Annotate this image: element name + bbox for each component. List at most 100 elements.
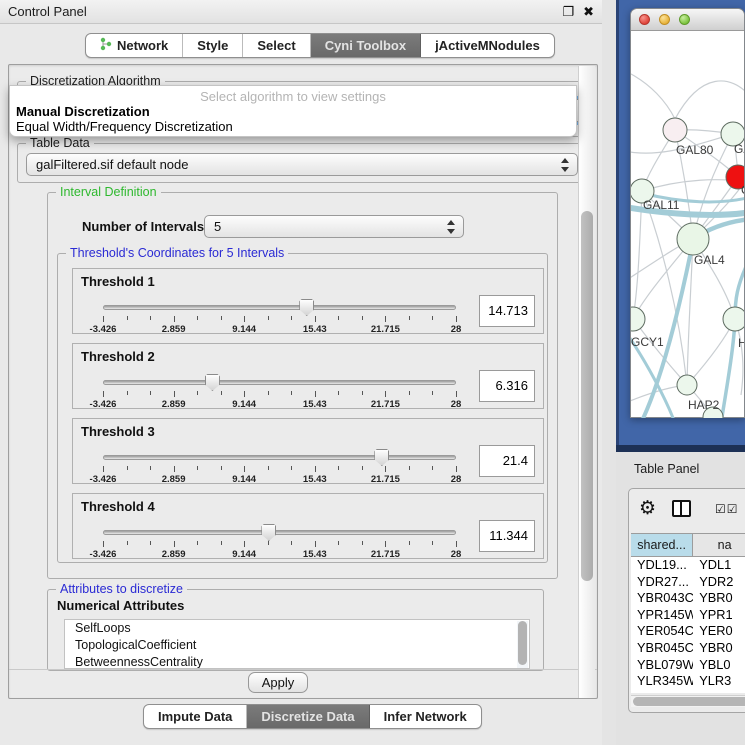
slider-tick bbox=[127, 316, 128, 320]
slider-tick bbox=[456, 541, 457, 547]
attribute-item-betweennesscentrality[interactable]: BetweennessCentrality bbox=[65, 654, 529, 669]
close-icon[interactable]: ✖ bbox=[583, 4, 594, 20]
panel-scrollbar-thumb[interactable] bbox=[581, 211, 593, 581]
slider-thumb[interactable] bbox=[205, 374, 220, 391]
node-label: C bbox=[741, 183, 744, 197]
slider-tick bbox=[103, 541, 104, 547]
threshold-slider[interactable]: -3.4262.8599.14415.4321.71528 bbox=[103, 530, 456, 536]
threshold-slider[interactable]: -3.4262.8599.14415.4321.71528 bbox=[103, 305, 456, 311]
tab-cyni-toolbox[interactable]: Cyni Toolbox bbox=[311, 34, 421, 57]
table-row[interactable]: YPR145WYPR1 bbox=[631, 607, 745, 624]
algorithm-dropdown-popup: Select algorithm to view settings Manual… bbox=[9, 85, 577, 137]
tab-select[interactable]: Select bbox=[243, 34, 310, 57]
threshold-value-field[interactable]: 21.4 bbox=[479, 445, 535, 477]
tab-discretize-data[interactable]: Discretize Data bbox=[247, 705, 369, 728]
node-label: GAL4 bbox=[694, 253, 725, 267]
slider-tick bbox=[103, 391, 104, 397]
table-row[interactable]: YIL052CYIL0 bbox=[631, 690, 745, 693]
edge[interactable] bbox=[721, 319, 735, 418]
threshold-value-field[interactable]: 6.316 bbox=[479, 370, 535, 402]
slider-thumb[interactable] bbox=[299, 299, 314, 316]
minimize-traffic-light-icon[interactable] bbox=[659, 14, 670, 25]
attribute-item-topologicalcoefficient[interactable]: TopologicalCoefficient bbox=[65, 637, 529, 654]
algorithm-option-equal-width-frequency-discretization[interactable]: Equal Width/Frequency Discretization bbox=[16, 119, 233, 134]
threshold-label: Threshold 3 bbox=[81, 424, 155, 439]
slider-tick bbox=[268, 541, 269, 545]
threshold-value-field[interactable]: 11.344 bbox=[479, 520, 535, 552]
threshold-slider[interactable]: -3.4262.8599.14415.4321.71528 bbox=[103, 455, 456, 461]
zoom-traffic-light-icon[interactable] bbox=[679, 14, 690, 25]
table-cell: YDR2 bbox=[693, 574, 745, 591]
network-window-titlebar[interactable] bbox=[631, 9, 744, 31]
float-window-icon[interactable]: ❐ bbox=[562, 4, 574, 20]
columns-icon[interactable] bbox=[672, 500, 691, 517]
table-cell: YLR345W bbox=[631, 673, 693, 690]
num-intervals-value: 5 bbox=[214, 219, 221, 234]
slider-tick bbox=[103, 316, 104, 322]
slider-tick bbox=[268, 391, 269, 395]
slider-tick bbox=[127, 541, 128, 545]
network-canvas[interactable]: GAL80GACGAL11GAL4GCY1HAHAP2 bbox=[631, 31, 744, 418]
checkboxes-icon[interactable]: ☑☑ bbox=[715, 502, 739, 516]
attribute-item-selfloops[interactable]: SelfLoops bbox=[65, 620, 529, 637]
table-row[interactable]: YDL19...YDL1 bbox=[631, 557, 745, 574]
table-toolbar: ⚙ ☑☑ bbox=[629, 489, 745, 531]
node-h-node[interactable] bbox=[723, 307, 744, 331]
node-gal4[interactable] bbox=[677, 223, 709, 255]
edge[interactable] bbox=[631, 71, 675, 119]
slider-track[interactable] bbox=[103, 455, 456, 460]
node-table[interactable]: shared...naYDL19...YDL1YDR27...YDR2YBR04… bbox=[631, 533, 745, 693]
slider-track[interactable] bbox=[103, 530, 456, 535]
node-gcy1[interactable] bbox=[631, 307, 645, 331]
slider-tick bbox=[338, 541, 339, 545]
table-row[interactable]: YDR27...YDR2 bbox=[631, 574, 745, 591]
table-row[interactable]: YLR345WYLR3 bbox=[631, 673, 745, 690]
slider-tick bbox=[432, 541, 433, 545]
table-cell: YDR27... bbox=[631, 574, 693, 591]
table-window: ⚙ ☑☑ shared...naYDL19...YDL1YDR27...YDR2… bbox=[628, 488, 745, 713]
slider-thumb[interactable] bbox=[261, 524, 276, 541]
tab-infer-network[interactable]: Infer Network bbox=[370, 705, 481, 728]
slider-track[interactable] bbox=[103, 305, 456, 310]
table-row[interactable]: YBR043CYBR0 bbox=[631, 590, 745, 607]
slider-tick bbox=[338, 316, 339, 320]
tab-label: Select bbox=[257, 38, 295, 53]
attributes-scrollbar-thumb[interactable] bbox=[518, 621, 527, 665]
attributes-scrollbar[interactable] bbox=[517, 621, 528, 669]
slider-tick bbox=[197, 541, 198, 545]
panel-scrollbar[interactable] bbox=[578, 66, 595, 698]
threshold-value-field[interactable]: 14.713 bbox=[479, 295, 535, 327]
table-hscrollbar[interactable] bbox=[631, 695, 745, 707]
edge[interactable] bbox=[675, 81, 744, 119]
slider-tick bbox=[315, 391, 316, 397]
algorithm-option-manual-discretization[interactable]: Manual Discretization bbox=[16, 104, 150, 119]
desktop-edge bbox=[616, 0, 619, 452]
slider-tick bbox=[244, 541, 245, 547]
slider-tick-label: 15.43 bbox=[303, 474, 327, 485]
slider-track[interactable] bbox=[103, 380, 456, 385]
tab-jactivemnodules[interactable]: jActiveMNodules bbox=[421, 34, 554, 57]
num-intervals-spinner[interactable]: 5 bbox=[204, 215, 464, 238]
slider-tick bbox=[291, 391, 292, 395]
slider-tick bbox=[409, 541, 410, 545]
table-data-combobox[interactable]: galFiltered.sif default node bbox=[26, 153, 578, 176]
numerical-attributes-list[interactable]: SelfLoopsTopologicalCoefficientBetweenne… bbox=[64, 619, 530, 669]
slider-tick bbox=[174, 391, 175, 397]
network-view-window[interactable]: GAL80GACGAL11GAL4GCY1HAHAP2 bbox=[630, 8, 745, 418]
table-row[interactable]: YBL079WYBL0 bbox=[631, 657, 745, 674]
table-row[interactable]: YBR045CYBR0 bbox=[631, 640, 745, 657]
apply-button[interactable]: Apply bbox=[248, 672, 308, 693]
column-header-shared-[interactable]: shared... bbox=[631, 534, 693, 556]
close-traffic-light-icon[interactable] bbox=[639, 14, 650, 25]
node-gal80[interactable] bbox=[663, 118, 687, 142]
tab-network[interactable]: Network bbox=[86, 34, 183, 57]
threshold-slider[interactable]: -3.4262.8599.14415.4321.71528 bbox=[103, 380, 456, 386]
tab-style[interactable]: Style bbox=[183, 34, 243, 57]
node-hap2[interactable] bbox=[677, 375, 697, 395]
table-row[interactable]: YER054CYER0 bbox=[631, 623, 745, 640]
column-header-na[interactable]: na bbox=[693, 534, 745, 556]
gear-icon[interactable]: ⚙ bbox=[639, 497, 656, 520]
slider-thumb[interactable] bbox=[374, 449, 389, 466]
table-hscrollbar-thumb[interactable] bbox=[633, 697, 745, 706]
tab-impute-data[interactable]: Impute Data bbox=[144, 705, 247, 728]
